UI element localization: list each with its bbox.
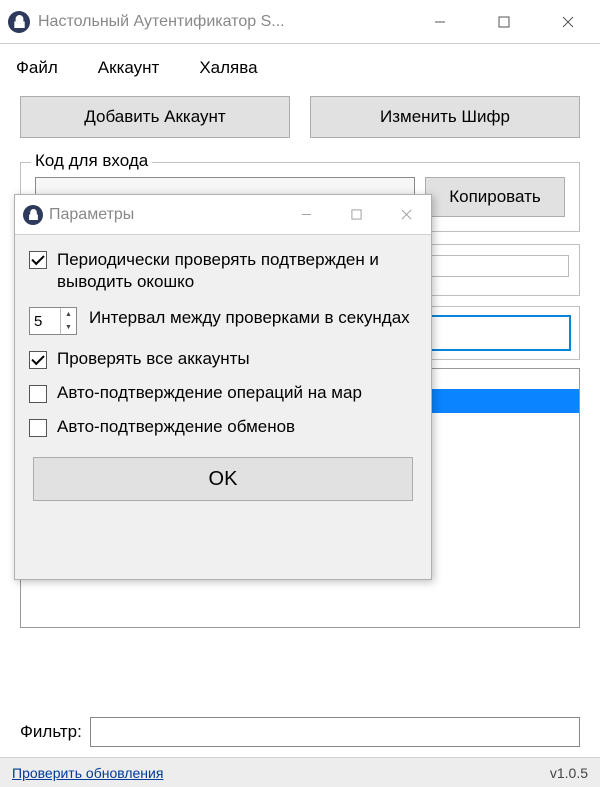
menu-file[interactable]: Файл — [8, 54, 66, 82]
interval-value[interactable]: 5 — [30, 308, 60, 334]
minimize-button[interactable] — [408, 0, 472, 43]
auto-market-checkbox[interactable] — [29, 385, 47, 403]
dialog-close-button[interactable] — [381, 195, 431, 234]
auto-trade-checkbox[interactable] — [29, 419, 47, 437]
login-code-legend: Код для входа — [31, 151, 152, 171]
filter-label: Фильтр: — [20, 722, 82, 742]
maximize-button[interactable] — [472, 0, 536, 43]
dialog-title: Параметры — [49, 206, 134, 224]
interval-spinner[interactable]: 5 ▲ ▼ — [29, 307, 77, 335]
spinner-down-icon[interactable]: ▼ — [61, 321, 76, 334]
lock-icon — [8, 11, 30, 33]
auto-trade-label: Авто-подтверждение обменов — [57, 417, 295, 437]
titlebar: Настольный Аутентификатор S... — [0, 0, 600, 44]
check-updates-link[interactable]: Проверить обновления — [12, 765, 163, 781]
interval-label: Интервал между проверками в секундах — [89, 307, 410, 329]
periodic-check-label: Периодически проверять подтвержден и выв… — [57, 249, 417, 293]
menu-account[interactable]: Аккаунт — [90, 54, 168, 82]
check-all-checkbox[interactable] — [29, 351, 47, 369]
close-button[interactable] — [536, 0, 600, 43]
dialog-titlebar: Параметры — [15, 195, 431, 235]
menu-freebie[interactable]: Халява — [191, 54, 265, 82]
settings-dialog: Параметры Периодически проверять подтвер… — [14, 194, 432, 580]
auto-market-label: Авто-подтверждение операций на мар — [57, 383, 362, 403]
lock-icon — [23, 205, 43, 225]
change-cipher-button[interactable]: Изменить Шифр — [310, 96, 580, 138]
add-account-button[interactable]: Добавить Аккаунт — [20, 96, 290, 138]
spinner-up-icon[interactable]: ▲ — [61, 308, 76, 321]
check-all-label: Проверять все аккаунты — [57, 349, 250, 369]
menubar: Файл Аккаунт Халява — [0, 44, 600, 88]
filter-input[interactable] — [90, 717, 580, 747]
version-label: v1.0.5 — [550, 765, 588, 781]
copy-button[interactable]: Копировать — [425, 177, 565, 217]
dialog-maximize-button[interactable] — [331, 195, 381, 234]
status-bar: Проверить обновления v1.0.5 — [0, 757, 600, 787]
ok-button[interactable]: OK — [33, 457, 413, 501]
dialog-minimize-button[interactable] — [281, 195, 331, 234]
window-title: Настольный Аутентификатор S... — [38, 13, 285, 31]
periodic-check-checkbox[interactable] — [29, 251, 47, 269]
